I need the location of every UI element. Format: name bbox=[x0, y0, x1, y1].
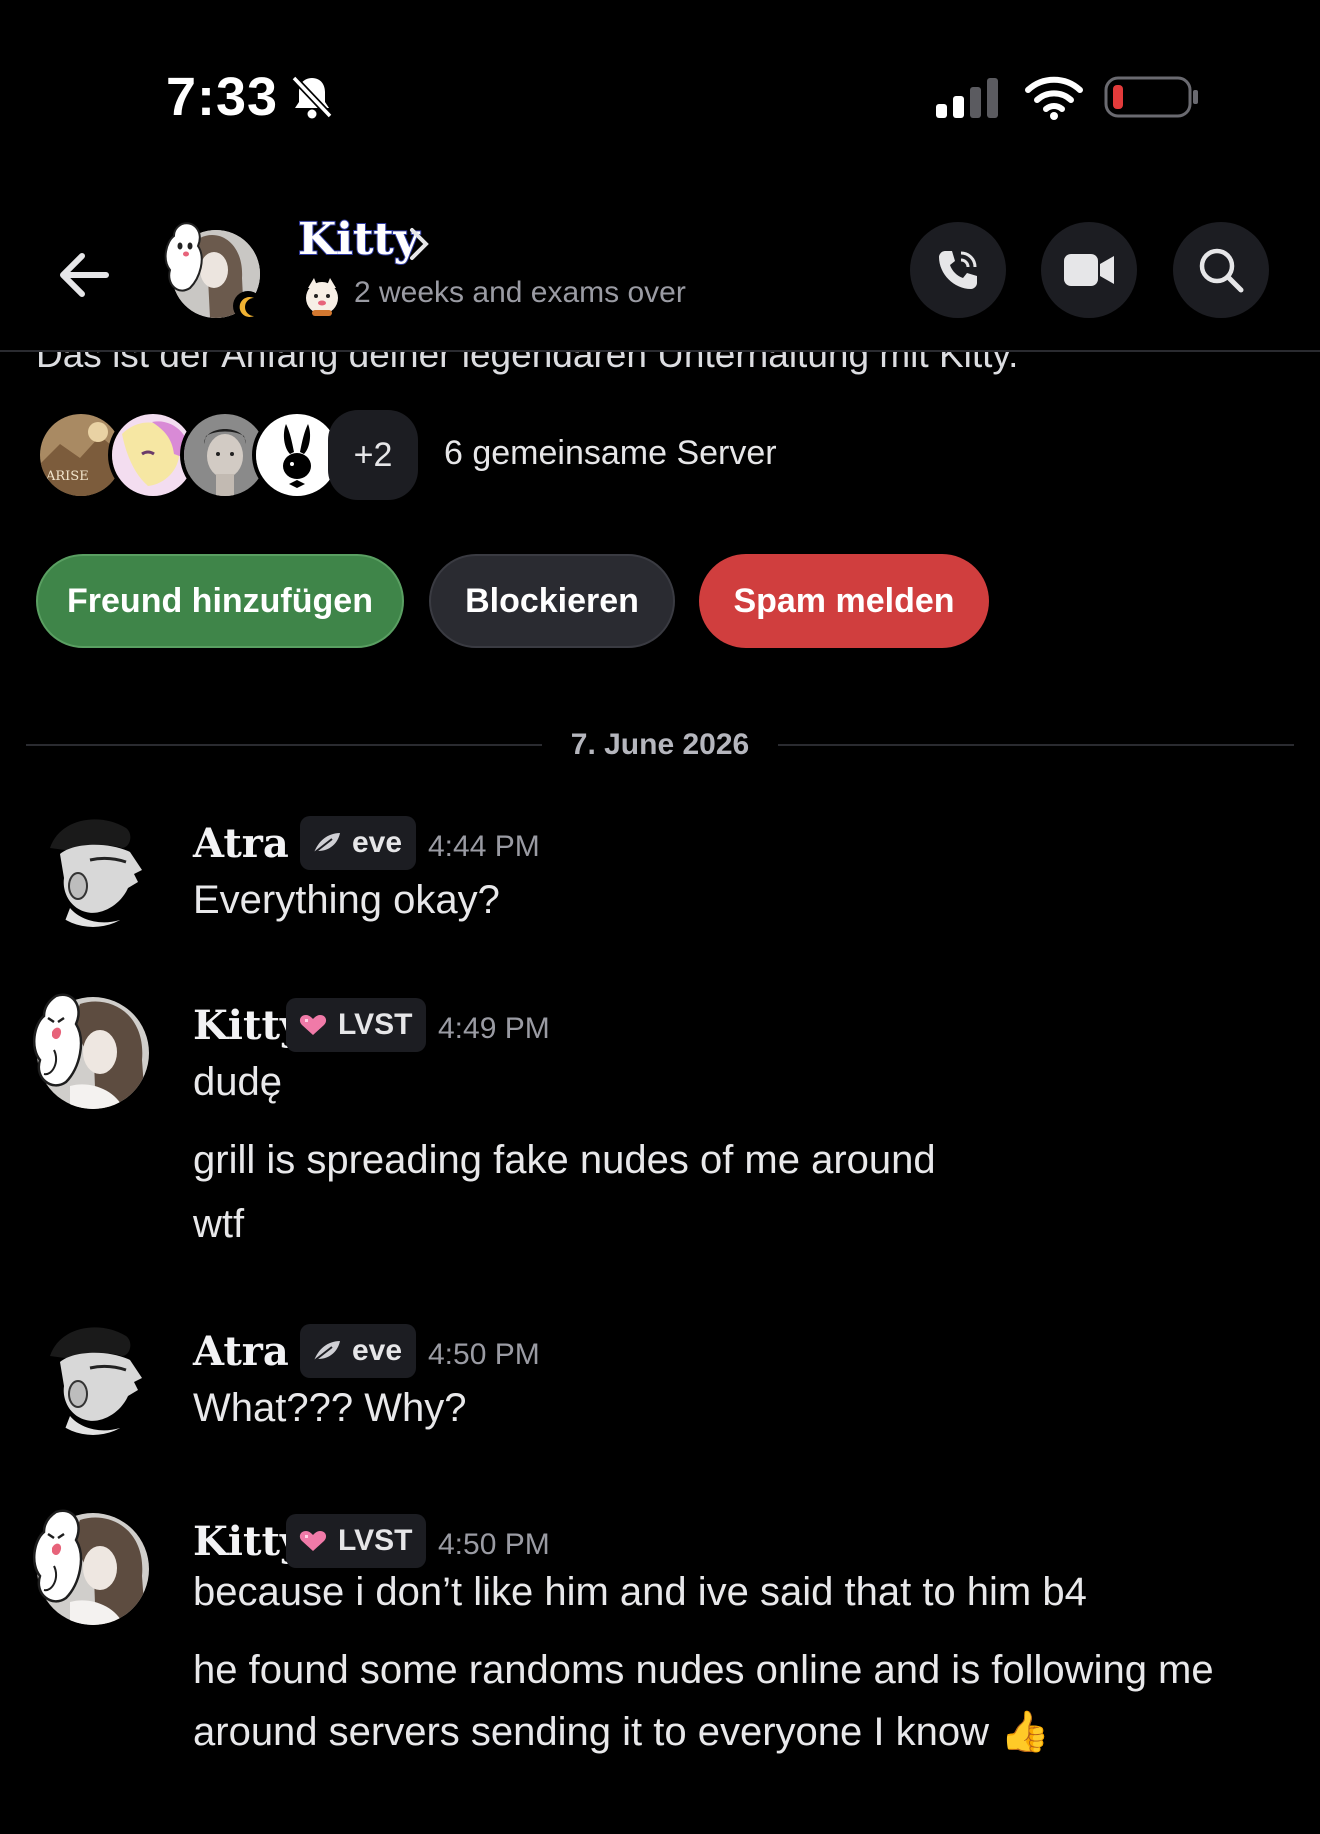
date-divider: 7. June 2026 bbox=[26, 728, 1294, 762]
message-timestamp: 4:50 PM bbox=[438, 1528, 550, 1561]
mutual-servers-label[interactable]: 6 gemeinsame Server bbox=[444, 434, 777, 473]
status-time: 7:33 bbox=[166, 67, 279, 127]
signal-icon bbox=[936, 78, 998, 118]
chat-header: Kitty 2 weeks and exams over bbox=[0, 200, 1320, 352]
heart-icon bbox=[299, 1015, 327, 1035]
message-group: Kitty LVST 4:50 PM because i don’t like … bbox=[0, 1506, 1320, 1786]
server-tag[interactable]: LVST bbox=[286, 1514, 427, 1568]
feather-icon bbox=[313, 1341, 340, 1362]
battery-icon bbox=[1104, 76, 1198, 118]
header-status-text: 2 weeks and exams over bbox=[354, 276, 686, 309]
message-group: Atra eve 4:44 PM Everything okay? bbox=[0, 808, 1320, 938]
message-text[interactable]: What??? Why? bbox=[193, 1386, 466, 1431]
block-button[interactable]: Blockieren bbox=[429, 554, 675, 648]
server-tag-label: eve bbox=[352, 826, 403, 859]
heart-icon bbox=[299, 1531, 327, 1551]
avatar[interactable] bbox=[30, 808, 156, 934]
server-tag-label: eve bbox=[352, 1334, 403, 1367]
message-text[interactable]: Everything okay? bbox=[193, 878, 500, 923]
phone-icon bbox=[939, 251, 977, 289]
message-text[interactable]: around servers sending it to everyone I … bbox=[193, 1708, 1050, 1755]
search-icon bbox=[1199, 248, 1244, 293]
avatar[interactable] bbox=[30, 1316, 156, 1442]
message-group: Atra eve 4:50 PM What??? Why? bbox=[0, 1316, 1320, 1446]
call-button[interactable] bbox=[910, 222, 1006, 318]
mutual-servers[interactable]: ARISE +2 6 gemeinsame Server bbox=[36, 410, 936, 500]
status-bar: 7:33 bbox=[0, 0, 1320, 200]
message-author[interactable]: Atra bbox=[193, 820, 289, 867]
server-tag[interactable]: LVST bbox=[286, 998, 427, 1052]
message-timestamp: 4:49 PM bbox=[438, 1012, 550, 1045]
back-arrow-icon[interactable] bbox=[54, 244, 116, 306]
message-group: Kitty LVST 4:49 PM dudę grill is spreadi… bbox=[0, 990, 1320, 1260]
message-text[interactable]: grill is spreading fake nudes of me arou… bbox=[193, 1138, 936, 1183]
message-author[interactable]: Atra bbox=[193, 1328, 289, 1375]
server-tag-label: LVST bbox=[338, 1008, 413, 1041]
add-friend-button[interactable]: Freund hinzufügen bbox=[36, 554, 404, 648]
header-name[interactable]: Kitty bbox=[297, 213, 420, 266]
server-icon-text: ARISE bbox=[45, 469, 89, 484]
custom-status-emoji bbox=[306, 278, 338, 316]
server-tag[interactable]: eve bbox=[300, 1324, 417, 1378]
message-text[interactable]: because i don’t like him and ive said th… bbox=[193, 1570, 1087, 1615]
message-timestamp: 4:44 PM bbox=[428, 830, 540, 863]
message-text[interactable]: wtf bbox=[193, 1202, 244, 1247]
message-text[interactable]: he found some randoms nudes online and i… bbox=[193, 1648, 1214, 1693]
search-button[interactable] bbox=[1173, 222, 1269, 318]
avatar[interactable] bbox=[30, 1506, 156, 1632]
video-call-button[interactable] bbox=[1041, 222, 1137, 318]
date-divider-text: 7. June 2026 bbox=[570, 728, 750, 761]
chevron-right-icon[interactable] bbox=[404, 222, 434, 266]
header-avatar[interactable] bbox=[160, 218, 264, 322]
message-timestamp: 4:50 PM bbox=[428, 1338, 540, 1371]
server-tag-label: LVST bbox=[338, 1524, 413, 1557]
feather-icon bbox=[313, 833, 340, 854]
wifi-icon bbox=[1025, 76, 1083, 120]
more-servers-count[interactable]: +2 bbox=[328, 410, 418, 500]
message-text[interactable]: dudę bbox=[193, 1060, 282, 1105]
report-spam-button[interactable]: Spam melden bbox=[699, 554, 989, 648]
bell-slash-icon bbox=[291, 75, 333, 119]
server-tag[interactable]: eve bbox=[300, 816, 417, 870]
avatar[interactable] bbox=[30, 990, 156, 1116]
video-camera-icon bbox=[1064, 254, 1114, 286]
